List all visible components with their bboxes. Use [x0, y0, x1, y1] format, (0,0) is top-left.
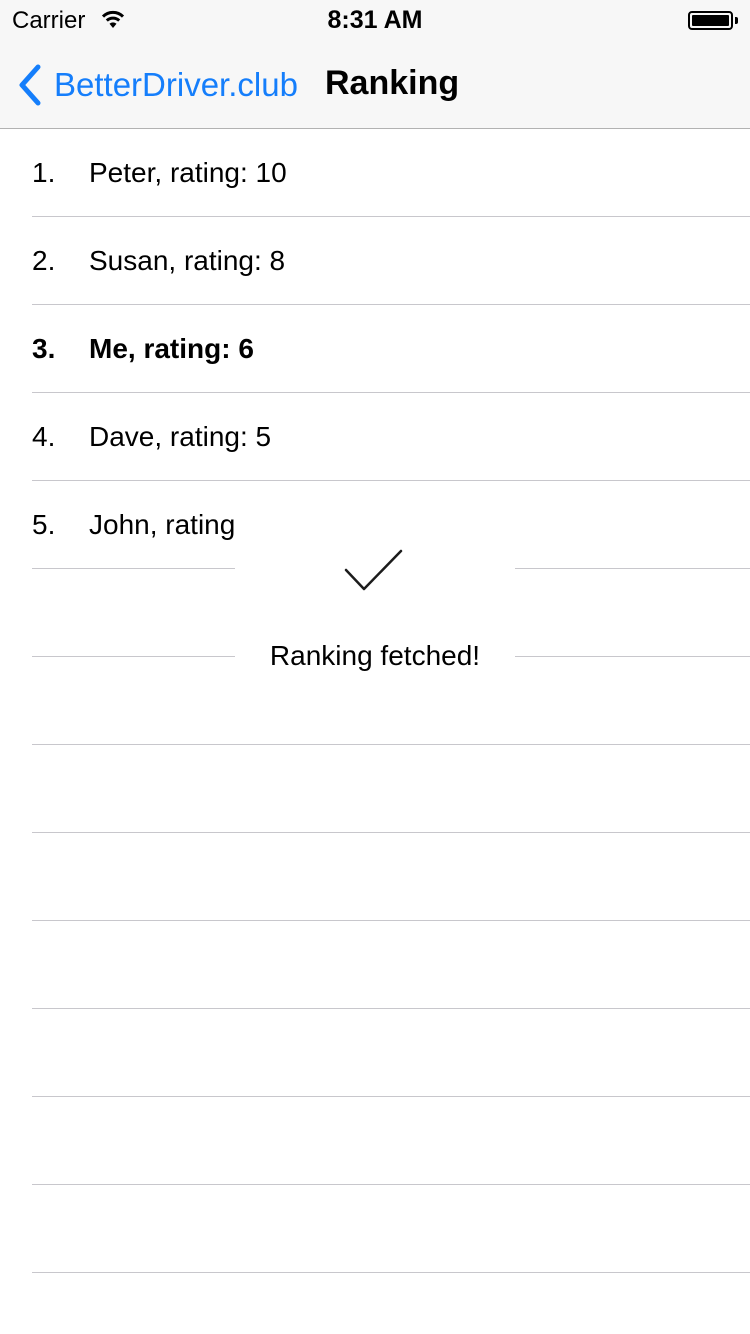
empty-row	[0, 1097, 750, 1185]
status-bar: Carrier 8:31 AM	[0, 0, 750, 40]
ranking-table: 1. Peter, rating: 10 2. Susan, rating: 8…	[0, 129, 750, 1334]
status-time: 8:31 AM	[327, 6, 423, 34]
battery-icon	[688, 11, 738, 30]
table-row[interactable]: 1. Peter, rating: 10	[0, 129, 750, 217]
checkmark-icon	[344, 549, 403, 591]
rank-position: 3.	[32, 333, 56, 364]
rank-position: 5.	[32, 509, 56, 540]
back-button[interactable]: BetterDriver.club	[16, 62, 298, 108]
rank-label: John, rating	[89, 509, 236, 540]
empty-row	[0, 1009, 750, 1097]
rank-label: Me, rating: 6	[89, 333, 254, 364]
navigation-bar: BetterDriver.club Ranking	[0, 40, 750, 129]
rank-position: 4.	[32, 421, 56, 452]
empty-row	[0, 1273, 750, 1334]
page-title: Ranking	[325, 64, 460, 102]
back-button-label: BetterDriver.club	[54, 66, 298, 103]
table-row[interactable]: 4. Dave, rating: 5	[0, 393, 750, 481]
rank-label: Dave, rating: 5	[89, 421, 272, 452]
rank-position: 2.	[32, 245, 56, 276]
empty-row	[0, 1185, 750, 1273]
rank-label: Susan, rating: 8	[89, 245, 286, 276]
table-row[interactable]: 2. Susan, rating: 8	[0, 217, 750, 305]
empty-row	[0, 833, 750, 921]
chevron-left-icon	[19, 64, 41, 106]
hud-message: Ranking fetched!	[269, 640, 481, 671]
table-row-current-user[interactable]: 3. Me, rating: 6	[0, 305, 750, 393]
empty-row	[0, 745, 750, 833]
rank-label: Peter, rating: 10	[89, 157, 287, 188]
empty-row	[0, 921, 750, 1009]
rank-position: 1.	[32, 157, 56, 188]
